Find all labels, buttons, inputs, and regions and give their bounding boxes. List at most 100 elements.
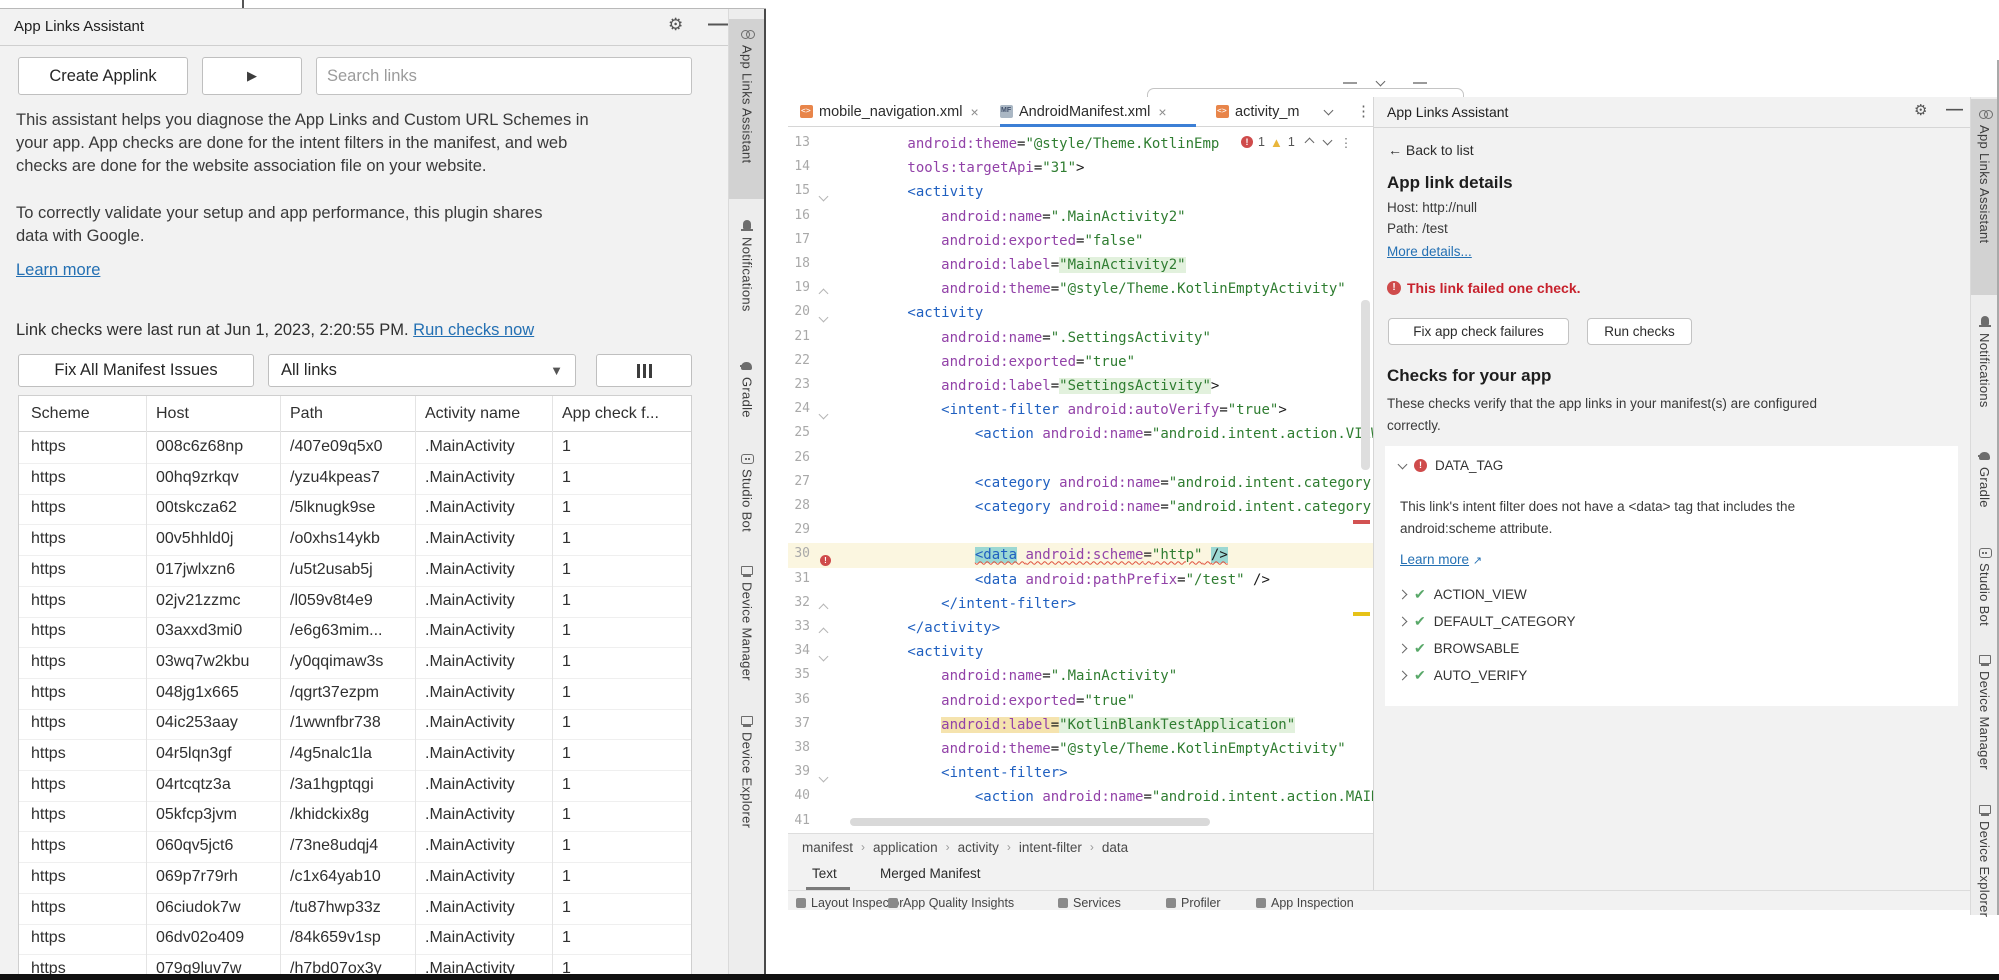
next-issue-icon[interactable] — [1322, 136, 1332, 146]
fold-icon[interactable] — [819, 652, 829, 662]
search-input[interactable] — [316, 57, 692, 95]
more-details-link[interactable]: More details... — [1387, 244, 1472, 259]
editor-tab-androidmanifest-xml[interactable]: AndroidManifest.xml× — [1000, 97, 1206, 126]
tool-strip-tab-device-explorer[interactable]: Device Explorer — [729, 714, 765, 828]
column-header-activity-name[interactable]: Activity name — [425, 396, 520, 431]
tool-strip-tab-studio-bot[interactable]: Studio Bot — [729, 451, 765, 532]
breadcrumb-item-manifest[interactable]: manifest — [802, 840, 853, 855]
code-line-30[interactable]: 30!<data android:scheme="http" /> — [788, 543, 1373, 567]
create-applink-button[interactable]: Create Applink — [18, 57, 188, 95]
passed-check-action_view[interactable]: ✔ACTION_VIEW — [1399, 586, 1527, 603]
fold-icon[interactable] — [819, 603, 829, 613]
table-row[interactable]: https03wq7w2kbu/y0qqimaw3s.MainActivity1 — [19, 647, 691, 679]
tool-strip-tab-notifications[interactable]: Notifications — [1971, 315, 1998, 408]
links-table-header[interactable]: SchemeHostPathActivity nameApp check f..… — [19, 396, 691, 432]
fix-app-check-failures-button[interactable]: Fix app check failures — [1388, 318, 1569, 345]
horizontal-scrollbar[interactable] — [850, 818, 1210, 826]
inspection-menu-icon[interactable]: ⋮ — [1340, 135, 1353, 150]
minimize-icon[interactable]: — — [708, 13, 728, 36]
tab-list-chevron-icon[interactable] — [1324, 106, 1334, 116]
gear-icon[interactable]: ⚙ — [1914, 101, 1927, 119]
tool-strip-tab-device-manager[interactable]: Device Manager — [729, 564, 765, 681]
links-table-body[interactable]: https008c6z68np/407e09q5x0.MainActivity1… — [19, 432, 691, 980]
links-table[interactable]: SchemeHostPathActivity nameApp check f..… — [18, 395, 692, 980]
fold-icon[interactable] — [819, 289, 829, 299]
run-checks-now-link[interactable]: Run checks now — [413, 321, 534, 339]
code-line-17[interactable]: 17android:exported="false" — [788, 229, 1373, 253]
bottom-bar-item-app-quality-insights[interactable]: App Quality Insights — [888, 896, 1014, 910]
code-line-14[interactable]: 14tools:targetApi="31"> — [788, 156, 1373, 180]
expand-chevron-icon[interactable] — [1398, 617, 1408, 627]
column-header-path[interactable]: Path — [290, 396, 323, 431]
code-line-15[interactable]: 15<activity — [788, 180, 1373, 204]
fix-all-manifest-issues-button[interactable]: Fix All Manifest Issues — [18, 354, 254, 387]
tab-options-kebab-icon[interactable]: ⋮ — [1356, 102, 1371, 120]
passed-check-browsable[interactable]: ✔BROWSABLE — [1399, 640, 1519, 657]
breadcrumb-item-application[interactable]: application — [873, 840, 938, 855]
expand-chevron-icon[interactable] — [1398, 671, 1408, 681]
data-tag-check-row[interactable]: ! DATA_TAG — [1399, 458, 1503, 473]
table-row[interactable]: https017jwlxzn6/u5t2usab5j.MainActivity1 — [19, 555, 691, 587]
table-row[interactable]: https02jv21zzmc/l059v8t4e9.MainActivity1 — [19, 586, 691, 618]
error-stripe-mark[interactable] — [1353, 520, 1370, 524]
bottom-bar-item-app-inspection[interactable]: App Inspection — [1256, 896, 1354, 910]
code-line-35[interactable]: 35android:name=".MainActivity" — [788, 664, 1373, 688]
code-line-40[interactable]: 40<action android:name="android.intent.a… — [788, 785, 1373, 809]
breadcrumb-item-intent-filter[interactable]: intent-filter — [1019, 840, 1082, 855]
table-row[interactable]: https008c6z68np/407e09q5x0.MainActivity1 — [19, 432, 691, 464]
learn-more-link[interactable]: Learn more — [16, 261, 100, 280]
tool-strip-tab-notifications[interactable]: Notifications — [729, 219, 765, 312]
code-line-19[interactable]: 19android:theme="@style/Theme.KotlinEmpt… — [788, 277, 1373, 301]
fold-icon[interactable] — [819, 192, 829, 202]
table-row[interactable]: https04r5lqn3gf/4g5nalc1la.MainActivity1 — [19, 739, 691, 771]
minimize-icon[interactable]: — — [1946, 99, 1963, 119]
tool-strip-tab-device-explorer[interactable]: Device Explorer — [1971, 803, 1998, 917]
tool-strip-tab-gradle[interactable]: Gradle — [1971, 449, 1998, 508]
table-row[interactable]: https04ic253aay/1wwnfbr738.MainActivity1 — [19, 708, 691, 740]
code-line-31[interactable]: 31<data android:pathPrefix="/test" /> — [788, 568, 1373, 592]
code-line-24[interactable]: 24<intent-filter android:autoVerify="tru… — [788, 398, 1373, 422]
gear-icon[interactable]: ⚙ — [668, 15, 683, 35]
window-titlebar[interactable]: App Links Assistant ⚙ — — [0, 9, 728, 46]
manifest-tab-text[interactable]: Text — [812, 866, 837, 881]
breadcrumb-item-data[interactable]: data — [1102, 840, 1128, 855]
code-line-23[interactable]: 23android:label="SettingsActivity"> — [788, 374, 1373, 398]
breadcrumb-item-activity[interactable]: activity — [958, 840, 999, 855]
run-checks-button[interactable]: Run checks — [1587, 318, 1692, 345]
fold-icon[interactable] — [819, 628, 829, 638]
collapse-icon[interactable] — [1398, 459, 1408, 469]
code-line-20[interactable]: 20<activity — [788, 301, 1373, 325]
code-line-28[interactable]: 28<category android:name="android.intent… — [788, 495, 1373, 519]
code-line-33[interactable]: 33</activity> — [788, 616, 1373, 640]
code-line-26[interactable]: 26 — [788, 447, 1373, 471]
code-line-27[interactable]: 27<category android:name="android.intent… — [788, 471, 1373, 495]
prev-issue-icon[interactable] — [1304, 137, 1314, 147]
tool-strip-tab-studio-bot[interactable]: Studio Bot — [1971, 545, 1998, 626]
check-learn-more-link[interactable]: Learn more ↗ — [1400, 552, 1482, 567]
close-icon[interactable]: × — [970, 104, 978, 120]
table-row[interactable]: https048jg1x665/qgrt37ezpm.MainActivity1 — [19, 678, 691, 710]
fold-icon[interactable] — [819, 313, 829, 323]
editor-tab-mobile-navigation-xml[interactable]: mobile_navigation.xml× — [800, 97, 990, 126]
vertical-scrollbar[interactable] — [1361, 300, 1370, 470]
code-line-39[interactable]: 39<intent-filter> — [788, 761, 1373, 785]
table-row[interactable]: https00hq9zrkqv/yzu4kpeas7.MainActivity1 — [19, 463, 691, 495]
tool-strip-tab-app-links-assistant[interactable]: App Links Assistant — [729, 27, 765, 163]
code-line-16[interactable]: 16android:name=".MainActivity2" — [788, 205, 1373, 229]
bottom-bar-item-profiler[interactable]: Profiler — [1166, 896, 1221, 910]
fold-icon[interactable] — [819, 410, 829, 420]
code-line-36[interactable]: 36android:exported="true" — [788, 689, 1373, 713]
code-line-37[interactable]: 37android:label="KotlinBlankTestApplicat… — [788, 713, 1373, 737]
code-line-22[interactable]: 22android:exported="true" — [788, 350, 1373, 374]
table-row[interactable]: https00v5hhld0j/o0xhs14ykb.MainActivity1 — [19, 524, 691, 556]
code-editor[interactable]: 13android:theme="@style/Theme.KotlinEmp1… — [788, 127, 1373, 833]
code-line-18[interactable]: 18android:label="MainActivity2" — [788, 253, 1373, 277]
panel-header[interactable]: App Links Assistant ⚙ — — [1374, 97, 1970, 128]
code-line-38[interactable]: 38android:theme="@style/Theme.KotlinEmpt… — [788, 737, 1373, 761]
column-header-scheme[interactable]: Scheme — [31, 396, 90, 431]
table-row[interactable]: https06ciudok7w/tu87hwp33z.MainActivity1 — [19, 893, 691, 925]
ide-bottom-toolbar[interactable]: Layout InspectorApp Quality InsightsServ… — [788, 890, 1970, 910]
run-play-button[interactable]: ▶ — [202, 57, 302, 95]
expand-chevron-icon[interactable] — [1398, 590, 1408, 600]
passed-check-default_category[interactable]: ✔DEFAULT_CATEGORY — [1399, 613, 1576, 630]
